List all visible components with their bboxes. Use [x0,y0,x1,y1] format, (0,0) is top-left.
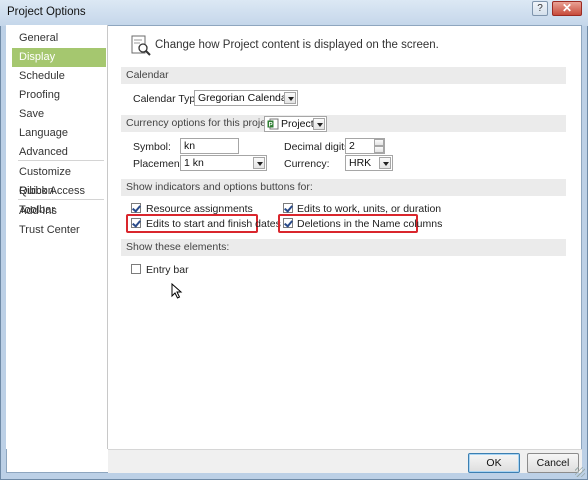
resource-assignments-checkbox[interactable] [131,203,141,213]
sidebar-item-schedule[interactable]: Schedule [12,67,106,86]
entry-bar-label: Entry bar [146,264,189,276]
placement-select[interactable]: 1 kn [180,155,267,171]
edits-start-finish-label: Edits to start and finish dates [146,218,281,230]
section-indicators: Show indicators and options buttons for: [121,179,566,196]
currency-value: HRK [349,157,372,169]
section-currency: Currency options for this project: [121,115,566,132]
currency-project-select[interactable]: P Project1 [264,116,327,132]
page-description: Change how Project content is displayed … [155,39,439,51]
window-title: Project Options [7,6,86,18]
title-bar[interactable] [0,0,588,26]
sidebar-item-add-ins[interactable]: Add-Ins [12,202,106,221]
cancel-button[interactable]: Cancel [527,453,579,473]
currency-section-title: Currency options for this project: [126,117,278,129]
section-show-elements: Show these elements: [121,239,566,256]
symbol-field[interactable]: kn [180,138,239,154]
project-file-icon: P [267,118,279,130]
sidebar-item-general[interactable]: General [12,29,106,48]
section-calendar: Calendar [121,67,566,84]
spin-up-button[interactable] [374,139,384,146]
chevron-down-icon[interactable] [379,157,391,169]
svg-text:P: P [269,123,273,129]
edits-work-units-checkbox[interactable] [283,203,293,213]
sidebar-item-display[interactable]: Display [12,48,106,67]
calendar-type-select[interactable]: Gregorian Calendar [194,90,298,106]
sidebar-item-trust-center[interactable]: Trust Center [12,221,106,240]
mouse-cursor-icon [171,283,183,299]
chevron-down-icon[interactable] [284,92,296,104]
options-sidebar: General Display Schedule Proofing Save L… [6,25,108,449]
help-button[interactable]: ? [532,1,548,16]
currency-label: Currency: [284,158,330,170]
sidebar-item-save[interactable]: Save [12,105,106,124]
chevron-down-icon[interactable] [253,157,265,169]
display-monitor-icon [131,35,151,56]
ok-button[interactable]: OK [468,453,520,473]
spin-down-button[interactable] [374,146,384,153]
deletions-name-columns-checkbox[interactable] [283,218,293,228]
entry-bar-checkbox[interactable] [131,264,141,274]
sidebar-item-proofing[interactable]: Proofing [12,86,106,105]
placement-value: 1 kn [184,157,204,169]
deletions-name-columns-label: Deletions in the Name columns [297,218,443,230]
decimal-digits-label: Decimal digits: [284,141,353,153]
sidebar-divider [18,160,104,161]
sidebar-item-language[interactable]: Language [12,124,106,143]
resize-grip-icon[interactable] [575,467,585,477]
sidebar-item-customize-ribbon[interactable]: Customize Ribbon [12,163,106,197]
edits-start-finish-checkbox[interactable] [131,218,141,228]
symbol-label: Symbol: [133,141,171,153]
currency-select[interactable]: HRK [345,155,393,171]
calendar-type-value: Gregorian Calendar [198,92,291,104]
sidebar-divider [18,199,104,200]
close-button[interactable]: ✕ [552,1,582,16]
chevron-down-icon[interactable] [313,118,325,130]
placement-label: Placement: [133,158,186,170]
